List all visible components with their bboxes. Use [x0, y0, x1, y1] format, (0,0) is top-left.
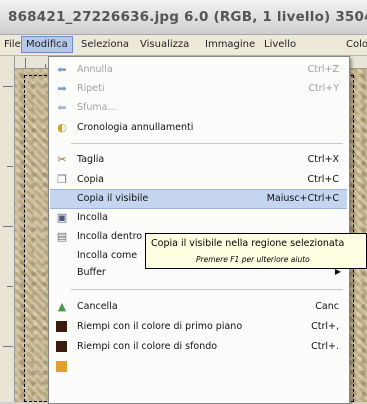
- menu-item-label: Incolla: [77, 212, 108, 223]
- eraser-icon: ▲: [57, 300, 67, 313]
- menu-immagine[interactable]: Immagine: [205, 39, 255, 50]
- ruler-tick: [25, 58, 26, 68]
- fg-color-icon: [56, 321, 67, 332]
- menu-item-cancella[interactable]: ▲ Cancella Canc: [50, 298, 347, 316]
- scissors-icon: ✂: [57, 153, 67, 166]
- menu-item-incolla[interactable]: ▣ Incolla: [50, 209, 347, 227]
- menu-item-label: Cronologia annullamenti: [77, 122, 194, 133]
- ruler-tick: [45, 64, 46, 68]
- title-bar: 868421_27226636.jpg 6.0 (RGB, 1 livello)…: [0, 0, 367, 35]
- menu-item-label: Sfuma...: [77, 102, 117, 113]
- menu-colori[interactable]: Colo: [346, 39, 367, 50]
- ruler-tick: [3, 86, 13, 87]
- ruler-tick: [3, 346, 13, 347]
- history-icon: ◐: [57, 121, 67, 134]
- menu-item-label: Incolla come: [77, 250, 138, 261]
- menu-item-label: Taglia: [77, 154, 105, 165]
- menu-item-label: Copia: [77, 174, 104, 185]
- menu-item-label: Incolla dentro: [77, 231, 143, 242]
- menu-item-label: Riempi con il colore di primo piano: [77, 321, 243, 332]
- copy-icon: ❐: [57, 173, 67, 186]
- menu-separator: [71, 289, 343, 290]
- menu-item-riempi-sfondo[interactable]: Riempi con il colore di sfondo Ctrl+.: [50, 338, 347, 356]
- menu-item-sfuma[interactable]: ⬅ Sfuma...: [50, 99, 347, 117]
- paste-icon: ▣: [56, 211, 68, 224]
- tooltip-text: Copia il visibile nella regione selezion…: [151, 238, 345, 249]
- menu-item-shortcut: Ctrl+Y: [308, 83, 339, 94]
- menu-bar: File Modifica Seleziona Visualizza Immag…: [0, 35, 367, 56]
- tooltip-hint: Premere F1 per ulteriore aiuto: [196, 255, 310, 264]
- menu-livello[interactable]: Livello: [264, 39, 296, 50]
- menu-item-label: Copia il visibile: [77, 193, 149, 204]
- paste-into-icon: ▤: [56, 230, 68, 243]
- tooltip: Copia il visibile nella regione selezion…: [145, 233, 367, 269]
- pattern-icon: [56, 361, 67, 372]
- menu-file[interactable]: File: [4, 39, 21, 50]
- edit-menu: ⬅ Annulla Ctrl+Z ➡ Ripeti Ctrl+Y ⬅ Sfuma…: [48, 56, 350, 404]
- menu-item-shortcut: Ctrl+,: [311, 321, 339, 332]
- menu-item-label: Buffer: [77, 267, 106, 278]
- menu-item-shortcut: Ctrl+Z: [307, 64, 339, 75]
- menu-seleziona[interactable]: Seleziona: [81, 39, 129, 50]
- menu-item-ripeti[interactable]: ➡ Ripeti Ctrl+Y: [50, 80, 347, 98]
- redo-icon: ➡: [57, 82, 67, 95]
- menu-separator: [71, 143, 343, 144]
- menu-item-copia[interactable]: ❐ Copia Ctrl+C: [50, 171, 347, 189]
- undo-icon: ⬅: [57, 63, 67, 76]
- menu-modifica[interactable]: Modifica: [21, 36, 73, 53]
- menu-item-cronologia[interactable]: ◐ Cronologia annullamenti: [50, 119, 347, 137]
- menu-item-shortcut: Ctrl+.: [311, 341, 339, 352]
- menu-item-shortcut: Ctrl+X: [307, 154, 339, 165]
- menu-item-riempi-primo-piano[interactable]: Riempi con il colore di primo piano Ctrl…: [50, 318, 347, 336]
- ruler-tick: [3, 226, 13, 227]
- menu-item-label: Cancella: [77, 301, 118, 312]
- menu-item-taglia[interactable]: ✂ Taglia Ctrl+X: [50, 151, 347, 169]
- menu-item-shortcut: Maiusc+Ctrl+C: [266, 193, 339, 204]
- menu-item-shortcut: Canc: [315, 301, 339, 312]
- ruler-tick: [7, 166, 13, 167]
- vertical-ruler[interactable]: [0, 56, 15, 402]
- ruler-tick: [7, 286, 13, 287]
- menu-item-label: Riempi con il colore di sfondo: [77, 341, 218, 352]
- menu-visualizza[interactable]: Visualizza: [140, 39, 189, 50]
- bg-color-icon: [56, 341, 67, 352]
- fade-icon: ⬅: [57, 101, 67, 114]
- menu-item-label: Annulla: [77, 64, 113, 75]
- menu-item-partial[interactable]: [50, 358, 347, 376]
- window-title: 868421_27226636.jpg 6.0 (RGB, 1 livello)…: [8, 9, 367, 25]
- menu-item-label: Ripeti: [77, 83, 105, 94]
- menu-item-copia-visibile[interactable]: Copia il visibile Maiusc+Ctrl+C: [50, 189, 347, 209]
- menu-item-shortcut: Ctrl+C: [307, 174, 340, 185]
- menu-item-annulla[interactable]: ⬅ Annulla Ctrl+Z: [50, 61, 347, 79]
